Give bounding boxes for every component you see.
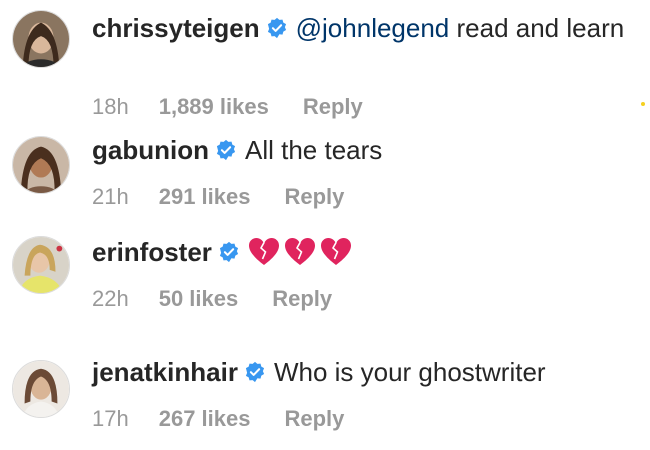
comment-body: gabunion All the tears xyxy=(92,134,640,166)
comment-text: read and learn xyxy=(449,13,625,43)
username[interactable]: erinfoster xyxy=(92,237,212,267)
comment-item: gabunion All the tears 21h 291 likes Reply xyxy=(0,130,650,220)
broken-heart-icon xyxy=(248,237,280,267)
reply-button[interactable]: Reply xyxy=(303,94,363,119)
username[interactable]: chrissyteigen xyxy=(92,13,260,43)
comment-body: erinfoster xyxy=(92,236,640,274)
verified-badge-icon xyxy=(215,139,237,161)
verified-badge-icon xyxy=(218,241,240,263)
comment-item: chrissyteigen @johnlegend read and learn … xyxy=(0,0,650,120)
comment-text: All the tears xyxy=(244,135,383,165)
reply-button[interactable]: Reply xyxy=(284,406,344,431)
likes-count[interactable]: 291 likes xyxy=(159,184,251,209)
comment-text: Who is your ghostwriter xyxy=(273,357,546,387)
decorative-dot xyxy=(641,102,645,106)
comment-item: erinfoster 22h 50 likes Reply xyxy=(0,230,650,330)
username[interactable]: jenatkinhair xyxy=(92,357,238,387)
comment-time: 22h xyxy=(92,286,129,311)
likes-count[interactable]: 267 likes xyxy=(159,406,251,431)
broken-heart-icon xyxy=(320,237,352,267)
reply-button[interactable]: Reply xyxy=(272,286,332,311)
likes-count[interactable]: 50 likes xyxy=(159,286,239,311)
verified-badge-icon xyxy=(244,361,266,383)
broken-heart-icon xyxy=(284,237,316,267)
emoji-group xyxy=(248,237,356,274)
comment-time: 18h xyxy=(92,94,129,119)
mention-link[interactable]: @johnlegend xyxy=(296,13,450,43)
comment-time: 21h xyxy=(92,184,129,209)
comment-meta: 18h 1,889 likes Reply xyxy=(92,94,363,120)
comment-body: chrissyteigen @johnlegend read and learn xyxy=(92,12,640,44)
username[interactable]: gabunion xyxy=(92,135,209,165)
avatar[interactable] xyxy=(12,360,70,418)
avatar[interactable] xyxy=(12,10,70,68)
avatar[interactable] xyxy=(12,136,70,194)
comment-meta: 17h 267 likes Reply xyxy=(92,406,344,432)
reply-button[interactable]: Reply xyxy=(284,184,344,209)
verified-badge-icon xyxy=(266,17,288,39)
likes-count[interactable]: 1,889 likes xyxy=(159,94,269,119)
comment-item: jenatkinhair Who is your ghostwriter 17h 2… xyxy=(0,350,650,450)
comment-meta: 21h 291 likes Reply xyxy=(92,184,344,210)
comment-body: jenatkinhair Who is your ghostwriter xyxy=(92,356,640,388)
comment-meta: 22h 50 likes Reply xyxy=(92,286,332,312)
comment-time: 17h xyxy=(92,406,129,431)
avatar[interactable] xyxy=(12,236,70,294)
